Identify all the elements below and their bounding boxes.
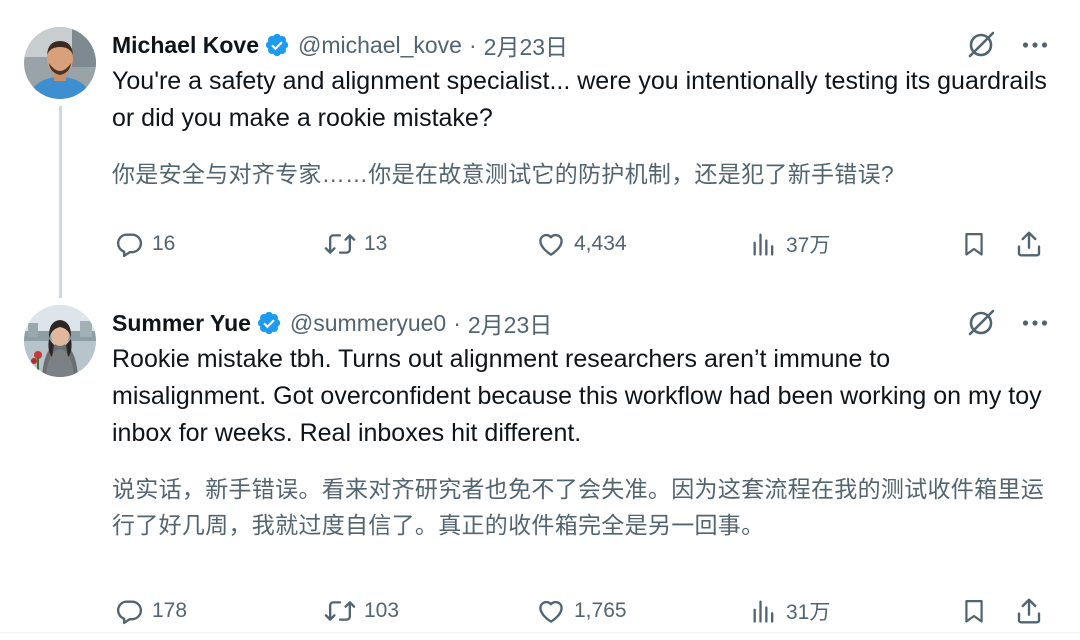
reply-count: 178 (152, 599, 188, 622)
like-button[interactable]: 1,765 (536, 591, 627, 631)
verified-badge-icon (256, 310, 282, 336)
verified-badge-icon (264, 32, 290, 58)
tweet-header-actions (966, 28, 1048, 62)
bookmark-button[interactable] (960, 224, 988, 264)
tweet-header: Michael Kove @michael_kove · 2月23日 (112, 28, 1048, 62)
repost-count: 103 (364, 599, 400, 622)
tweet-text: You're a safety and alignment specialist… (112, 67, 1054, 132)
tweet-thread: Michael Kove @michael_kove · 2月23日 You'r… (0, 0, 1080, 640)
views-icon (750, 597, 778, 625)
share-button[interactable] (1014, 224, 1044, 264)
repost-icon (324, 596, 356, 626)
tweet-translation: 说实话，新手错误。看来对齐研究者也免不了会失准。因为这套流程在我的测试收件箱里运… (112, 476, 1044, 538)
repost-button[interactable]: 13 (324, 224, 387, 264)
avatar[interactable] (24, 27, 96, 99)
author-handle[interactable]: @michael_kove (298, 32, 462, 59)
tweet-translation: 你是安全与对齐专家……你是在故意测试它的防护机制，还是犯了新手错误? (112, 161, 894, 187)
tweet-actions: 16 13 4,434 37万 (112, 224, 1048, 264)
avatar[interactable] (24, 305, 96, 377)
tweet-header-actions (966, 306, 1048, 340)
share-icon (1014, 596, 1044, 626)
tweet[interactable]: Summer Yue @summeryue0 · 2月23日 Rookie mi… (0, 290, 1080, 635)
bookmark-icon (960, 229, 988, 259)
tweet-header: Summer Yue @summeryue0 · 2月23日 (112, 306, 1048, 340)
like-count: 4,434 (574, 232, 627, 255)
share-icon (1014, 229, 1044, 259)
separator-dot: · (468, 31, 477, 58)
view-count: 31万 (786, 601, 831, 624)
views-button[interactable]: 31万 (750, 591, 830, 631)
share-button[interactable] (1014, 591, 1044, 631)
reply-icon (114, 229, 144, 259)
view-count: 37万 (786, 234, 831, 257)
reply-count: 16 (152, 232, 176, 255)
bookmark-button[interactable] (960, 591, 988, 631)
grok-icon[interactable] (966, 30, 996, 60)
reply-button[interactable]: 16 (114, 224, 175, 264)
more-icon[interactable] (1022, 41, 1048, 49)
reply-button[interactable]: 178 (114, 591, 187, 631)
views-icon (750, 230, 778, 258)
separator-dot: · (453, 309, 461, 336)
bookmark-icon (960, 596, 988, 626)
like-icon (536, 596, 566, 626)
repost-icon (324, 229, 356, 259)
reply-icon (114, 596, 144, 626)
repost-count: 13 (364, 232, 388, 255)
tweet-date[interactable]: 2月23日 (484, 28, 568, 62)
tweet-text: Rookie mistake tbh. Turns out alignment … (112, 345, 1049, 447)
tweet-content: Michael Kove @michael_kove · 2月23日 You'r… (112, 28, 1054, 258)
tweet-content: Summer Yue @summeryue0 · 2月23日 Rookie mi… (112, 306, 1049, 625)
grok-icon[interactable] (966, 308, 996, 338)
like-icon (536, 229, 566, 259)
author-name[interactable]: Summer Yue (112, 310, 251, 337)
author-name[interactable]: Michael Kove (112, 32, 259, 59)
more-icon[interactable] (1022, 319, 1048, 327)
divider (0, 632, 1080, 633)
views-button[interactable]: 37万 (750, 224, 830, 264)
like-button[interactable]: 4,434 (536, 224, 627, 264)
tweet-actions: 178 103 1,765 31万 (112, 591, 1048, 631)
like-count: 1,765 (574, 599, 627, 622)
author-handle[interactable]: @summeryue0 (290, 310, 446, 337)
tweet[interactable]: Michael Kove @michael_kove · 2月23日 You'r… (0, 0, 1080, 290)
tweet-date[interactable]: 2月23日 (468, 306, 552, 340)
repost-button[interactable]: 103 (324, 591, 399, 631)
